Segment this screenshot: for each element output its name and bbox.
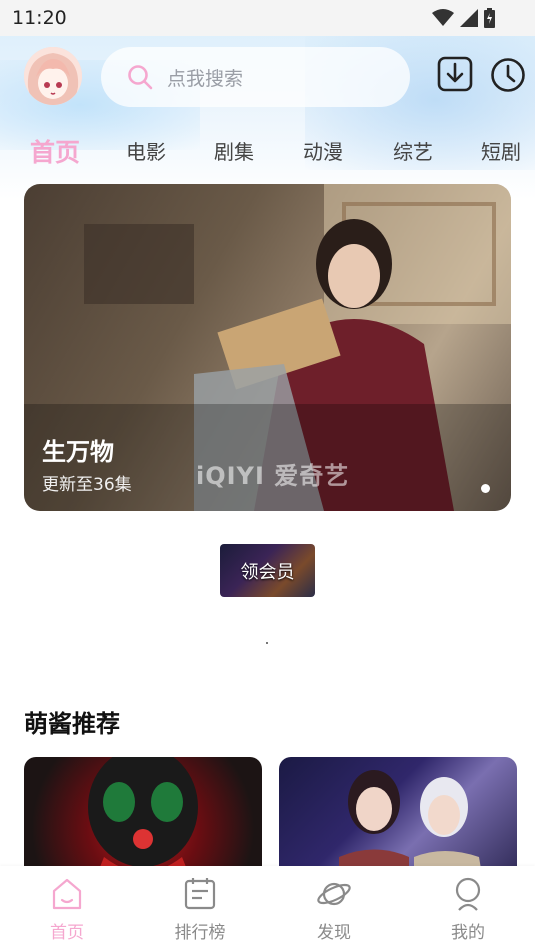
tab-home[interactable]: 首页 [30,133,80,169]
divider-dot [266,642,268,644]
download-icon[interactable] [437,56,473,94]
profile-icon [455,877,481,911]
wifi-icon [432,9,454,26]
nav-ranking[interactable]: 排行榜 [160,876,240,943]
featured-banner[interactable]: iQIYI 爱奇艺 生万物 更新至36集 [24,184,511,511]
banner-title: 生万物 [42,438,114,466]
status-time: 11:20 [12,7,67,29]
nav-discover-label: 发现 [317,923,351,943]
ranking-icon [184,878,216,910]
nav-ranking-label: 排行榜 [174,923,226,943]
battery-icon [484,8,495,28]
carousel-indicator [481,484,490,493]
search-icon [128,65,153,90]
category-tabs: 首页 电影 剧集 动漫 综艺 短剧 [0,136,535,176]
tab-anime[interactable]: 动漫 [303,136,343,165]
avatar-image [24,47,82,105]
tab-short-drama[interactable]: 短剧 [481,136,521,165]
status-icons [432,8,495,28]
status-bar: 11:20 [0,0,535,36]
nav-home[interactable]: 首页 [27,876,107,943]
search-placeholder: 点我搜索 [167,67,244,90]
nav-profile[interactable]: 我的 [428,876,508,943]
tab-series[interactable]: 剧集 [214,136,254,165]
history-icon[interactable] [490,56,526,94]
vip-label: 领会员 [240,561,295,583]
banner-watermark: iQIYI 爱奇艺 [196,462,350,490]
nav-home-label: 首页 [50,923,84,943]
bottom-navigation: 首页 排行榜 发现 我的 [0,866,535,951]
vip-button[interactable]: 领会员 [220,544,315,597]
tab-variety[interactable]: 综艺 [393,136,433,165]
search-bar[interactable]: 点我搜索 [101,47,410,107]
tab-movies[interactable]: 电影 [126,136,166,165]
signal-icon [460,9,478,27]
avatar[interactable] [24,47,82,105]
nav-profile-label: 我的 [451,923,485,943]
section-title: 萌酱推荐 [24,710,120,738]
home-icon [52,878,82,910]
banner-subtitle: 更新至36集 [42,475,132,495]
nav-discover[interactable]: 发现 [294,876,374,943]
planet-icon [317,882,351,906]
